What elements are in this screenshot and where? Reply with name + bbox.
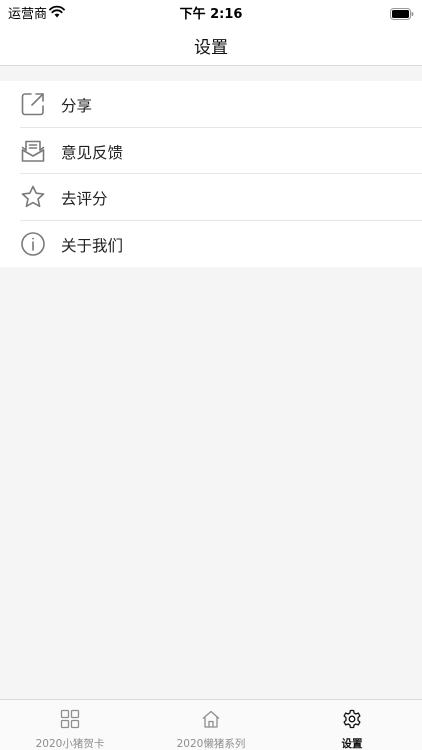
tab-settings[interactable]: 设置 (282, 700, 422, 750)
home-icon (141, 709, 281, 729)
tab-lazy-pig-series[interactable]: 2020懒猪系列 (141, 700, 281, 750)
status-bar: 运营商 下午 2:16 (0, 0, 422, 24)
tab-label: 2020懒猪系列 (176, 738, 246, 750)
settings-item-rate[interactable]: 去评分 (0, 174, 422, 221)
settings-item-label: 去评分 (61, 190, 108, 208)
settings-item-feedback[interactable]: 意见反馈 (0, 128, 422, 174)
tab-label: 设置 (341, 738, 363, 750)
tab-greeting-cards[interactable]: 2020小猪贺卡 (0, 700, 140, 750)
feedback-mail-icon (19, 137, 47, 165)
settings-list: 分享 意见反馈 去评分 关于我们 (0, 81, 422, 267)
share-icon (19, 90, 47, 118)
settings-item-about[interactable]: 关于我们 (0, 221, 422, 268)
settings-item-label: 意见反馈 (61, 143, 124, 162)
tab-bar: 2020小猪贺卡 2020懒猪系列 设置 (0, 699, 422, 750)
info-icon (19, 230, 47, 258)
star-icon (19, 183, 47, 211)
page-title: 设置 (194, 38, 228, 58)
tab-label: 2020小猪贺卡 (35, 738, 105, 750)
battery-icon (390, 5, 414, 24)
settings-item-label: 关于我们 (61, 236, 124, 255)
navigation-bar: 设置 (0, 24, 422, 66)
gear-icon (282, 709, 422, 729)
settings-item-share[interactable]: 分享 (0, 81, 422, 128)
clock: 下午 2:16 (179, 7, 243, 22)
grid-icon (0, 709, 140, 729)
settings-item-label: 分享 (61, 97, 93, 115)
